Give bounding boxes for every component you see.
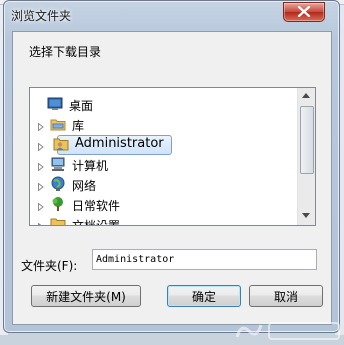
expand-arrow-icon[interactable] xyxy=(38,120,44,132)
network-icon xyxy=(50,176,66,192)
library-folder-icon xyxy=(50,116,66,132)
folder-icon xyxy=(50,216,66,225)
expand-arrow-icon[interactable] xyxy=(38,160,44,172)
tree-item-label: 库 xyxy=(72,119,85,133)
tree-item-library[interactable]: 库 xyxy=(30,114,297,134)
close-button[interactable] xyxy=(283,2,325,22)
user-folder-icon xyxy=(53,136,69,152)
tree-item-label: 桌面 xyxy=(69,99,94,113)
scroll-up-button[interactable] xyxy=(298,88,315,105)
tree-item-daily-software[interactable]: 日常软件 xyxy=(30,194,297,214)
dialog-prompt: 选择下载目录 xyxy=(29,45,102,59)
tree-item-label: Administrator xyxy=(75,136,164,151)
window-title: 浏览文件夹 xyxy=(11,9,72,23)
close-icon xyxy=(297,6,311,17)
new-folder-button[interactable]: 新建文件夹(M) xyxy=(31,285,141,307)
computer-icon xyxy=(50,156,66,172)
ok-button[interactable]: 确定 xyxy=(167,285,241,307)
scroll-down-arrow-icon xyxy=(302,213,310,218)
scroll-up-arrow-icon xyxy=(302,93,310,98)
title-bar[interactable]: 浏览文件夹 xyxy=(4,1,339,31)
folder-path-input[interactable] xyxy=(92,249,317,270)
folder-tree-list: 桌面 库 Administrator 计算机 网络 日常软件 文档设置 xyxy=(30,88,297,225)
browse-folder-dialog: 浏览文件夹 选择下载目录 桌面 库 Administrator 计算机 网络 日… xyxy=(3,0,340,340)
vertical-scrollbar[interactable] xyxy=(297,88,315,225)
tree-item-computer[interactable]: 计算机 xyxy=(30,154,297,174)
tree-item-desktop[interactable]: 桌面 xyxy=(30,94,297,114)
expand-arrow-icon[interactable] xyxy=(38,140,44,152)
folder-tree[interactable]: 桌面 库 Administrator 计算机 网络 日常软件 文档设置 xyxy=(29,87,316,226)
scroll-down-button[interactable] xyxy=(298,208,315,225)
tree-folder-icon xyxy=(50,196,66,212)
expand-arrow-icon[interactable] xyxy=(38,200,44,212)
tree-item-network[interactable]: 网络 xyxy=(30,174,297,194)
folder-field-label: 文件夹(F): xyxy=(21,259,78,273)
tree-item-partial[interactable]: 文档设置 xyxy=(30,214,297,226)
tree-item-administrator[interactable]: Administrator xyxy=(30,134,297,155)
cancel-button[interactable]: 取消 xyxy=(249,285,323,307)
watermark-logo xyxy=(235,322,340,340)
tree-item-label: 文档设置 xyxy=(72,219,121,226)
tree-item-label: 计算机 xyxy=(72,159,109,173)
desktop-icon xyxy=(47,96,63,112)
tree-item-label: 网络 xyxy=(72,179,97,193)
expand-arrow-icon[interactable] xyxy=(38,180,44,192)
expand-arrow-icon[interactable] xyxy=(38,220,44,225)
dialog-client-area: 选择下载目录 桌面 库 Administrator 计算机 网络 日常软件 文档… xyxy=(12,31,340,340)
scrollbar-thumb[interactable] xyxy=(300,106,314,174)
tree-item-label: 日常软件 xyxy=(72,199,121,213)
